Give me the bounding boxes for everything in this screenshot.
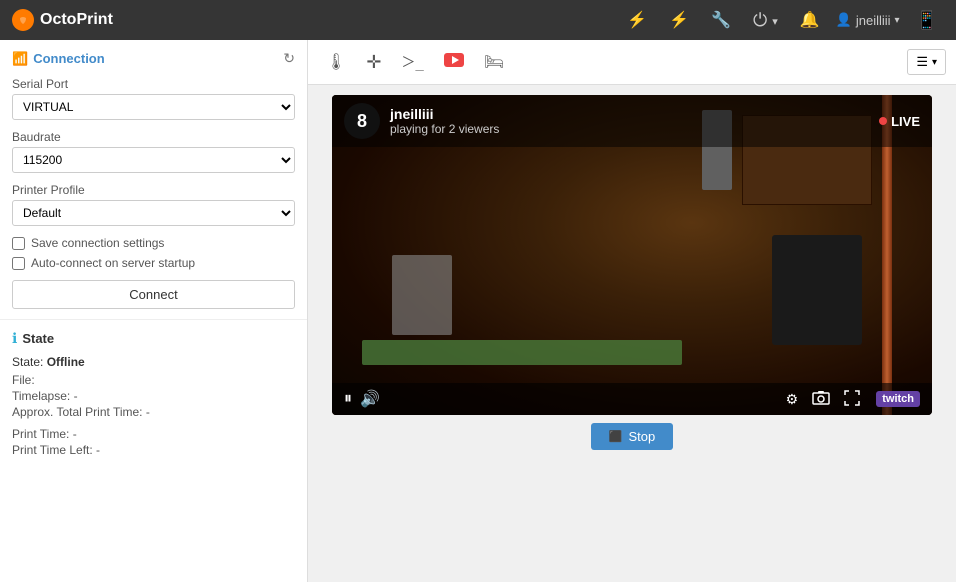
- video-controls: ⏸ 🔊 ⚙: [332, 383, 932, 415]
- auto-connect-label: Auto-connect on server startup: [31, 256, 195, 270]
- terminal-icon[interactable]: ＞_: [393, 46, 431, 78]
- signal-icon: 📶: [12, 51, 28, 67]
- user-icon: 👤: [836, 12, 852, 28]
- print-time-value: -: [73, 427, 77, 441]
- info-icon: ℹ: [12, 330, 17, 347]
- live-dot: [879, 117, 887, 125]
- serial-port-group: Serial Port VIRTUAL: [12, 77, 295, 120]
- refresh-button[interactable]: ↻: [283, 50, 295, 67]
- power-icon[interactable]: ⏻ ▾: [747, 6, 784, 35]
- menu-dropdown-arrow: ▾: [932, 57, 937, 68]
- thermometer-icon[interactable]: 🌡: [318, 46, 354, 78]
- user-dropdown-arrow: ▾: [895, 15, 900, 26]
- print-time-label: Print Time:: [12, 427, 69, 441]
- print-times-section: Print Time: - Print Time Left: -: [12, 427, 295, 457]
- total-print-time-label: Approx. Total Print Time:: [12, 405, 143, 419]
- equipment: [772, 235, 862, 345]
- connection-section: 📶 Connection ↻ Serial Port VIRTUAL Baudr…: [0, 40, 307, 320]
- serial-port-select[interactable]: VIRTUAL: [12, 94, 295, 120]
- total-print-time-value: -: [146, 405, 150, 419]
- content-area: 🌡 ✛ ＞_ 🛏 ☰ ▾: [308, 40, 956, 582]
- sidebar: 📶 Connection ↻ Serial Port VIRTUAL Baudr…: [0, 40, 308, 582]
- state-value-row: State: Offline: [12, 355, 295, 369]
- twitch-badge: twitch: [876, 391, 920, 407]
- connection-title-text: Connection: [33, 51, 105, 66]
- save-connection-group: Save connection settings: [12, 236, 295, 250]
- bell-icon[interactable]: 🔔: [794, 6, 826, 34]
- video-avatar: 8: [344, 103, 380, 139]
- stop-icon: ⬛: [609, 430, 623, 443]
- pause-button[interactable]: ⏸: [344, 390, 352, 408]
- print-time-left-label: Print Time Left:: [12, 443, 93, 457]
- timelapse-row: Timelapse: -: [12, 389, 295, 403]
- screenshot-icon[interactable]: [812, 390, 830, 409]
- state-offline: Offline: [47, 355, 85, 369]
- navbar: OctoPrint ⚡ ⚡ 🔧 ⏻ ▾ 🔔 👤 VIRTUAL jneillii…: [0, 0, 956, 40]
- print-time-left-row: Print Time Left: -: [12, 443, 295, 457]
- state-label: State:: [12, 355, 43, 369]
- state-title: State: [22, 331, 54, 346]
- move-icon[interactable]: ✛: [358, 46, 389, 79]
- youtube-icon[interactable]: [436, 47, 472, 78]
- bed-icon[interactable]: 🛏: [476, 46, 512, 78]
- menu-icon: ☰: [916, 54, 928, 70]
- power-status-on-icon[interactable]: ⚡: [621, 6, 653, 34]
- save-connection-checkbox[interactable]: [12, 237, 25, 250]
- octo-logo: [12, 9, 34, 31]
- wrench-icon[interactable]: 🔧: [705, 6, 737, 34]
- settings-icon[interactable]: ⚙: [786, 391, 799, 408]
- print-time-left-value: -: [96, 443, 100, 457]
- fullscreen-icon[interactable]: [844, 390, 860, 409]
- stop-area: ⬛ Stop: [591, 415, 673, 458]
- live-badge: LIVE: [879, 114, 920, 129]
- brand-name: OctoPrint: [40, 11, 113, 29]
- stop-button[interactable]: ⬛ Stop: [591, 423, 673, 450]
- connection-header: 📶 Connection ↻: [12, 50, 295, 67]
- live-text: LIVE: [891, 114, 920, 129]
- total-print-time-row: Approx. Total Print Time: -: [12, 405, 295, 419]
- bottles: [392, 255, 452, 335]
- state-header: ℹ State: [12, 330, 295, 347]
- print-time-row: Print Time: -: [12, 427, 295, 441]
- connect-button[interactable]: Connect: [12, 280, 295, 309]
- video-wrapper: 8 jneilliii playing for 2 viewers LIVE ⏸…: [308, 85, 956, 582]
- baudrate-select[interactable]: 115200: [12, 147, 295, 173]
- power-status-off-icon[interactable]: ⚡: [663, 6, 695, 34]
- stop-label: Stop: [628, 429, 655, 444]
- state-section: ℹ State State: Offline File: Timelapse: …: [0, 320, 307, 469]
- printer-profile-group: Printer Profile Default: [12, 183, 295, 226]
- serial-port-label: Serial Port: [12, 77, 295, 91]
- video-username: jneilliii: [390, 106, 869, 122]
- baudrate-label: Baudrate: [12, 130, 295, 144]
- mobile-icon[interactable]: 📱: [910, 6, 944, 35]
- table-surface: [362, 340, 682, 365]
- connection-title: 📶 Connection: [12, 51, 105, 67]
- printer-profile-select[interactable]: Default: [12, 200, 295, 226]
- username-display: jneilliii: [856, 13, 891, 28]
- brand-link[interactable]: OctoPrint: [12, 9, 113, 31]
- auto-connect-group: Auto-connect on server startup: [12, 256, 295, 270]
- toolbar: 🌡 ✛ ＞_ 🛏 ☰ ▾: [308, 40, 956, 85]
- file-row: File:: [12, 373, 295, 387]
- toolbar-menu-button[interactable]: ☰ ▾: [907, 49, 946, 75]
- auto-connect-checkbox[interactable]: [12, 257, 25, 270]
- avatar-text: 8: [357, 111, 367, 132]
- baudrate-group: Baudrate 115200: [12, 130, 295, 173]
- timelapse-label: Timelapse:: [12, 389, 70, 403]
- timelapse-value: -: [74, 389, 78, 403]
- user-menu[interactable]: 👤 VIRTUAL jneilliii ▾: [836, 12, 900, 28]
- printer-profile-label: Printer Profile: [12, 183, 295, 197]
- save-connection-label: Save connection settings: [31, 236, 164, 250]
- mute-button[interactable]: 🔊: [360, 389, 380, 409]
- video-user-info: jneilliii playing for 2 viewers: [390, 106, 869, 136]
- video-container: 8 jneilliii playing for 2 viewers LIVE ⏸…: [332, 95, 932, 415]
- video-viewers: playing for 2 viewers: [390, 122, 869, 136]
- main-layout: 📶 Connection ↻ Serial Port VIRTUAL Baudr…: [0, 40, 956, 582]
- file-label: File:: [12, 373, 35, 387]
- video-header: 8 jneilliii playing for 2 viewers LIVE: [332, 95, 932, 147]
